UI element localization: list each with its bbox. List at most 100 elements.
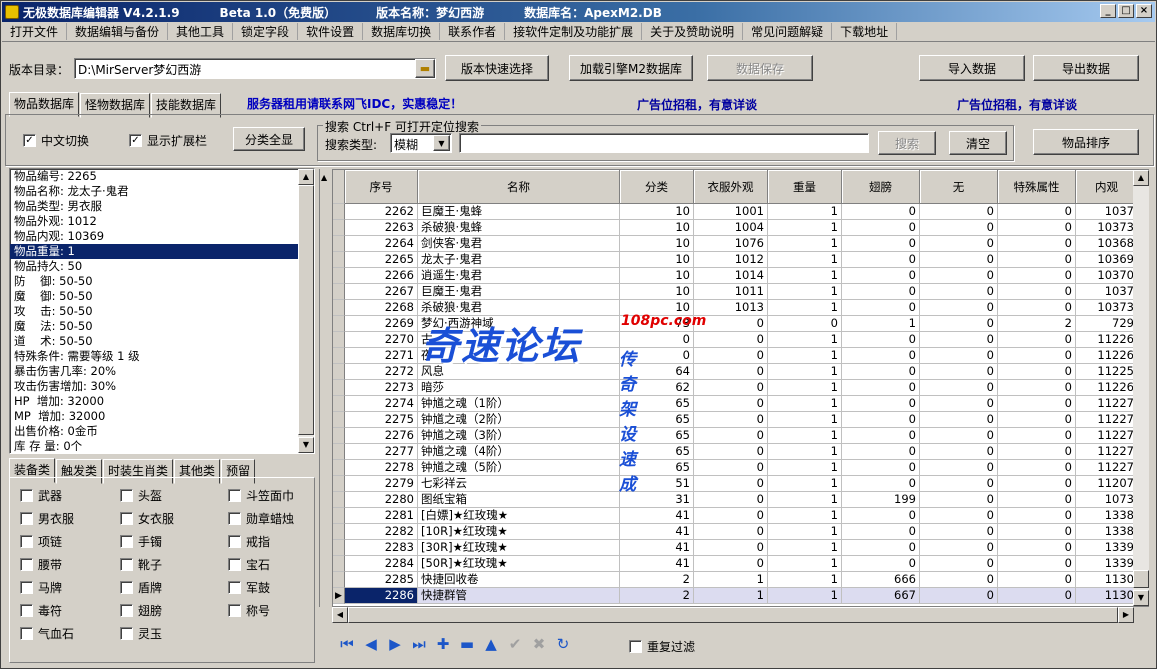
table-row[interactable]: 2273 暗莎 62 0 1 0 0 0 11226 <box>333 380 1138 396</box>
table-row[interactable]: 2272 风息 64 0 1 0 0 0 11225 <box>333 364 1138 380</box>
grid-hscroll[interactable]: ◀ ▶ <box>332 607 1134 623</box>
prop-item[interactable]: 出售价格: 0金币 <box>10 424 314 439</box>
clear-button[interactable]: 清空 <box>949 131 1007 155</box>
scroll-up-icon[interactable]: ▲ <box>298 169 314 185</box>
prop-item[interactable]: 物品内观: 10369 <box>10 229 314 244</box>
menu-item-6[interactable]: 联系作者 <box>440 23 506 40</box>
menu-item-7[interactable]: 接软件定制及功能扩展 <box>505 23 643 40</box>
folder-icon[interactable]: ▬ <box>415 59 435 78</box>
show-all-button[interactable]: 分类全显 <box>233 127 305 151</box>
prop-item[interactable]: HP 增加: 32000 <box>10 394 314 409</box>
next-record-icon[interactable]: ▶ <box>387 635 403 653</box>
category-checkbox[interactable]: 马牌 <box>20 579 62 596</box>
menu-item-0[interactable]: 打开文件 <box>2 23 68 40</box>
table-row[interactable]: 2267 巨魔王·鬼君 10 1011 1 0 0 0 1037 <box>333 284 1138 300</box>
splitter-up-icon[interactable]: ▲ <box>321 173 327 182</box>
category-checkbox[interactable]: 盾牌 <box>120 579 162 596</box>
menu-item-5[interactable]: 数据库切换 <box>363 23 441 40</box>
table-row[interactable]: 2282 [10R]★红玫瑰★ 41 0 1 0 0 0 1338 <box>333 524 1138 540</box>
save-button[interactable]: 数据保存 <box>707 55 813 81</box>
dir-input[interactable]: D:\MirServer梦幻西游 <box>74 58 436 79</box>
table-row[interactable]: 2270 古 0 0 1 0 0 0 11226 <box>333 332 1138 348</box>
category-checkbox[interactable]: 腰带 <box>20 556 62 573</box>
table-row[interactable]: 2276 钟馗之魂（3阶） 65 0 1 0 0 0 11227 <box>333 428 1138 444</box>
menu-item-1[interactable]: 数据编辑与备份 <box>67 23 169 40</box>
prop-item[interactable]: MP 增加: 32000 <box>10 409 314 424</box>
prop-item[interactable]: 库 存 量: 0个 <box>10 439 314 453</box>
maximize-button[interactable]: □ <box>1118 4 1134 18</box>
column-header[interactable]: 内观 <box>1076 170 1138 204</box>
menu-item-10[interactable]: 下载地址 <box>832 23 898 40</box>
column-header[interactable]: 翅膀 <box>842 170 920 204</box>
table-row[interactable]: 2275 钟馗之魂（2阶） 65 0 1 0 0 0 11227 <box>333 412 1138 428</box>
prop-item[interactable]: 特殊条件: 需要等级 1 级 <box>10 349 314 364</box>
category-checkbox[interactable]: 项链 <box>20 533 62 550</box>
category-checkbox[interactable]: 军鼓 <box>228 579 270 596</box>
menu-item-3[interactable]: 锁定字段 <box>233 23 299 40</box>
category-checkbox[interactable]: 气血石 <box>20 625 74 642</box>
menu-item-9[interactable]: 常见问题解疑 <box>743 23 833 40</box>
show-ext-toggle[interactable]: ✓ 显示扩展栏 <box>129 132 207 149</box>
prop-item[interactable]: 魔 法: 50-50 <box>10 319 314 334</box>
table-row[interactable]: ▶ 2286 快捷群管 2 1 1 667 0 0 1130 <box>333 588 1138 604</box>
table-row[interactable]: 2283 [30R]★红玫瑰★ 41 0 1 0 0 0 1339 <box>333 540 1138 556</box>
prop-item[interactable]: 物品外观: 1012 <box>10 214 314 229</box>
prop-item[interactable]: 防 御: 50-50 <box>10 274 314 289</box>
scroll-thumb[interactable] <box>1133 570 1149 588</box>
scroll-left-icon[interactable]: ◀ <box>332 607 348 623</box>
scroll-thumb[interactable] <box>298 185 314 435</box>
column-header[interactable]: 无 <box>920 170 998 204</box>
category-checkbox[interactable]: 斗笠面巾 <box>228 487 294 504</box>
first-record-icon[interactable]: ⏮ <box>339 635 355 653</box>
prop-item[interactable]: 物品重量: 1 <box>10 244 298 259</box>
insert-record-icon[interactable]: ✚ <box>435 635 451 653</box>
last-record-icon[interactable]: ⏭ <box>411 635 427 653</box>
export-button[interactable]: 导出数据 <box>1033 55 1139 81</box>
prop-item[interactable]: 暴击伤害几率: 20% <box>10 364 314 379</box>
table-row[interactable]: 2277 钟馗之魂（4阶） 65 0 1 0 0 0 11227 <box>333 444 1138 460</box>
post-record-icon[interactable]: ✔ <box>507 635 523 653</box>
menu-item-2[interactable]: 其他工具 <box>168 23 234 40</box>
minimize-button[interactable]: _ <box>1100 4 1116 18</box>
dropdown-arrow-icon[interactable]: ▼ <box>433 135 450 151</box>
category-checkbox[interactable]: 手镯 <box>120 533 162 550</box>
prop-item[interactable]: 物品持久: 50 <box>10 259 314 274</box>
prop-item[interactable]: 攻击伤害增加: 30% <box>10 379 314 394</box>
edit-record-icon[interactable]: ▲ <box>483 635 499 653</box>
table-row[interactable]: 2278 钟馗之魂（5阶） 65 0 1 0 0 0 11227 <box>333 460 1138 476</box>
scroll-up-icon[interactable]: ▲ <box>1133 170 1149 186</box>
column-header[interactable]: 衣服外观 <box>694 170 768 204</box>
category-checkbox[interactable]: 勋章蜡烛 <box>228 510 294 527</box>
sort-button[interactable]: 物品排序 <box>1033 129 1139 155</box>
column-header[interactable]: 分类 <box>620 170 694 204</box>
column-header[interactable]: 序号 <box>345 170 418 204</box>
category-checkbox[interactable]: 戒指 <box>228 533 270 550</box>
prop-item[interactable]: 物品编号: 2265 <box>10 169 314 184</box>
scroll-right-icon[interactable]: ▶ <box>1118 607 1134 623</box>
column-header[interactable]: 重量 <box>768 170 842 204</box>
close-button[interactable]: × <box>1136 4 1152 18</box>
table-row[interactable]: 2279 七彩祥云 51 0 1 0 0 0 11207 <box>333 476 1138 492</box>
table-row[interactable]: 2265 龙太子·鬼君 10 1012 1 0 0 0 10369 <box>333 252 1138 268</box>
prop-item[interactable]: 物品名称: 龙太子·鬼君 <box>10 184 314 199</box>
table-row[interactable]: 2284 [50R]★红玫瑰★ 41 0 1 0 0 0 1339 <box>333 556 1138 572</box>
category-checkbox[interactable]: 毒符 <box>20 602 62 619</box>
dup-filter-toggle[interactable]: 重复过滤 <box>629 638 695 655</box>
quick-select-button[interactable]: 版本快速选择 <box>445 55 549 81</box>
category-checkbox[interactable]: 女衣服 <box>120 510 174 527</box>
chinese-toggle[interactable]: ✓ 中文切换 <box>23 132 89 149</box>
category-checkbox[interactable]: 靴子 <box>120 556 162 573</box>
delete-record-icon[interactable]: ▬ <box>459 635 475 653</box>
category-checkbox[interactable]: 翅膀 <box>120 602 162 619</box>
cancel-record-icon[interactable]: ✖ <box>531 635 547 653</box>
table-row[interactable]: 2285 快捷回收卷 2 1 1 666 0 0 1130 <box>333 572 1138 588</box>
splitter[interactable] <box>319 169 329 607</box>
grid-vscroll[interactable]: ▲ ▼ <box>1133 170 1149 606</box>
table-row[interactable]: 2269 梦幻·西游神域 73 0 0 1 0 2 729 <box>333 316 1138 332</box>
table-row[interactable]: 2266 逍遥生·鬼君 10 1014 1 0 0 0 10370 <box>333 268 1138 284</box>
search-button[interactable]: 搜索 <box>878 131 936 155</box>
prop-item[interactable]: 物品类型: 男衣服 <box>10 199 314 214</box>
column-header[interactable]: 特殊属性 <box>998 170 1076 204</box>
prop-item[interactable]: 魔 御: 50-50 <box>10 289 314 304</box>
table-row[interactable]: 2268 杀破狼·鬼君 10 1013 1 0 0 0 10373 <box>333 300 1138 316</box>
